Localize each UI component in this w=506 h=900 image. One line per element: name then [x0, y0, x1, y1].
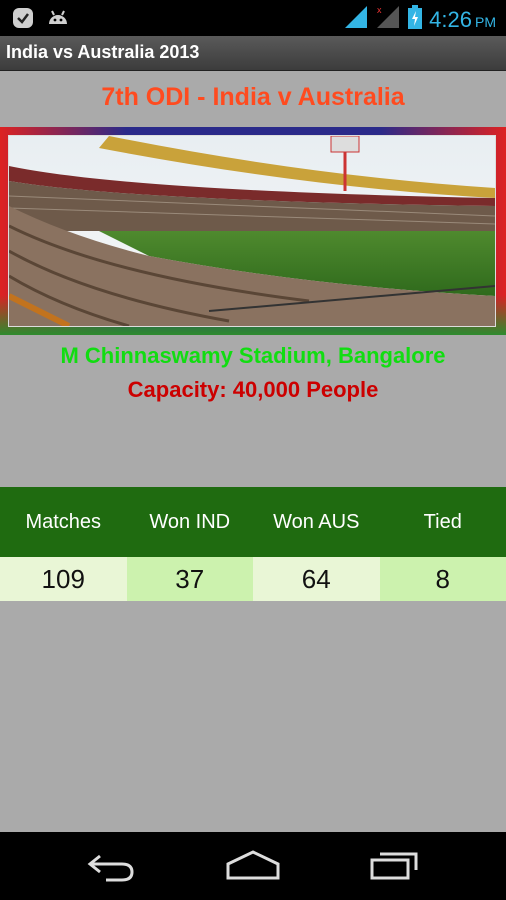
back-button[interactable]: [86, 850, 136, 887]
match-title: 7th ODI - India v Australia: [101, 83, 405, 111]
stadium-photo-frame: [0, 127, 506, 335]
app-title: India vs Australia 2013: [6, 42, 200, 62]
clock: 4:26 PM: [429, 7, 496, 33]
stats-value-won-aus: 64: [253, 557, 380, 601]
stats-header-matches: Matches: [25, 511, 102, 533]
main-content: 7th ODI - India v Australia M Chinnaswam…: [0, 71, 506, 832]
stats-header-won-ind: Won IND: [149, 511, 231, 533]
stats-value-tied: 8: [379, 557, 506, 601]
svg-text:x: x: [377, 5, 382, 15]
stats-header-tied: Tied: [423, 511, 462, 533]
clock-ampm: PM: [475, 13, 496, 30]
stadium-photo: [8, 135, 496, 327]
home-button[interactable]: [226, 850, 280, 887]
cell-signal-icon: x: [375, 4, 401, 35]
venue-capacity: Capacity: 40,000 People: [127, 377, 379, 402]
stats-header-row: Matches Won IND Won AUS Tied: [0, 487, 506, 557]
app-title-bar: India vs Australia 2013: [0, 36, 506, 71]
stats-value-matches: 109: [0, 557, 127, 601]
stats-value-won-ind: 37: [126, 557, 253, 601]
venue-name: M Chinnaswamy Stadium, Bangalore: [60, 343, 446, 368]
android-debug-icon: [46, 7, 70, 34]
recent-apps-button[interactable]: [368, 850, 420, 887]
stats-values-row: 109 37 64 8: [0, 557, 506, 601]
stats-header-won-aus: Won AUS: [273, 511, 360, 533]
navigation-bar: [0, 832, 506, 900]
status-bar: x 4:26 PM: [0, 0, 506, 36]
clock-time: 4:26: [429, 6, 472, 32]
battery-charging-icon: [407, 4, 423, 35]
check-notification-icon: [12, 7, 34, 34]
wifi-signal-icon: [343, 4, 369, 35]
